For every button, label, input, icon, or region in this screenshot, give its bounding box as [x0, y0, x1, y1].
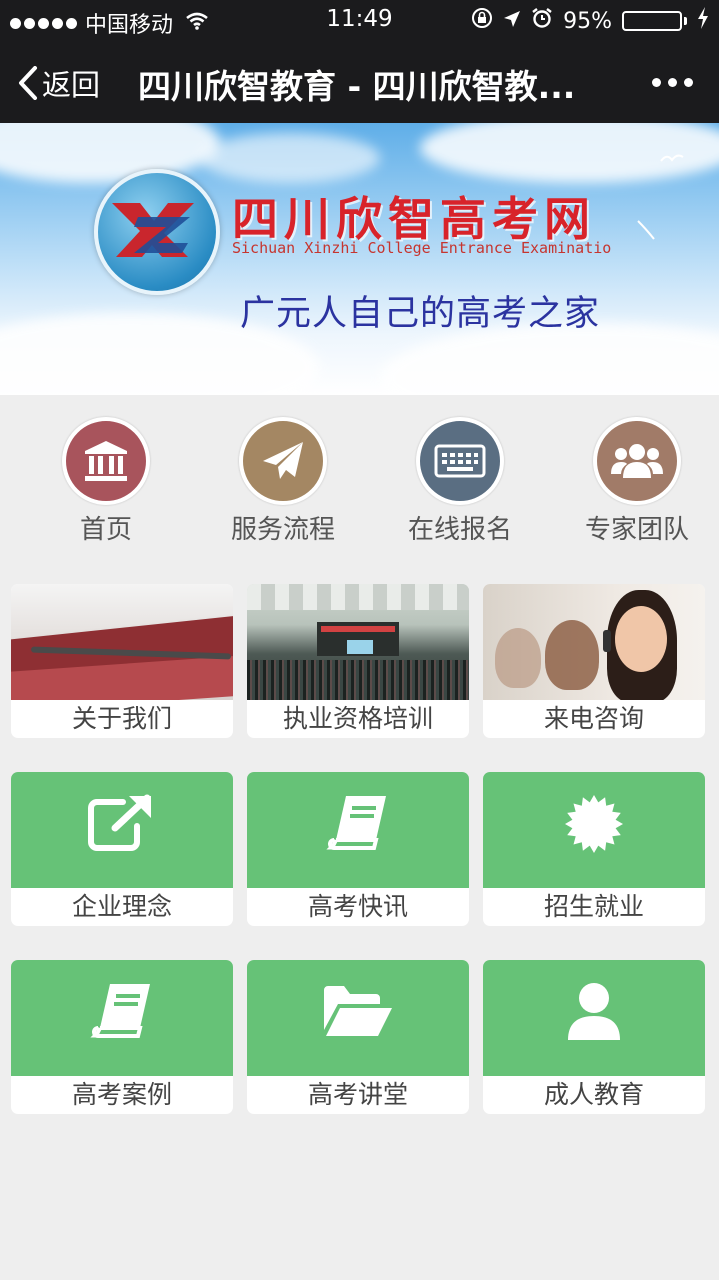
- banner-subtitle: Sichuan Xinzhi College Entrance Examinat…: [232, 239, 612, 257]
- exam-cases-card[interactable]: 高考案例: [11, 960, 233, 1114]
- book-icon: [326, 796, 386, 850]
- more-menu-icon[interactable]: [652, 78, 693, 87]
- bird-icon: [637, 220, 655, 240]
- quick-nav-label: 专家团队: [584, 515, 689, 545]
- qualification-training-card[interactable]: 执业资格培训: [247, 584, 469, 738]
- user-icon: [568, 983, 620, 1040]
- card-label: 高考案例: [71, 1080, 172, 1109]
- charging-bolt-icon: [697, 7, 709, 35]
- battery-icon: [622, 11, 687, 31]
- back-button[interactable]: 返回: [18, 62, 100, 104]
- users-icon: [593, 417, 681, 505]
- battery-percent: 95%: [563, 8, 612, 34]
- about-us-card[interactable]: 关于我们: [11, 584, 233, 738]
- chevron-left-icon: [19, 66, 37, 100]
- card-label: 执业资格培训: [282, 704, 433, 733]
- call-center-photo: [483, 584, 705, 700]
- nav-bar: 返回 四川欣智教育 - 四川欣智教...: [0, 40, 719, 123]
- quick-nav-home[interactable]: 首页: [31, 417, 181, 546]
- bank-icon: [62, 417, 150, 505]
- folder-open-icon: [324, 986, 392, 1036]
- keyboard-icon: [416, 417, 504, 505]
- enrollment-employment-card[interactable]: 招生就业: [483, 772, 705, 926]
- banner-slogan: 广元人自己的高考之家: [240, 294, 601, 334]
- adult-education-card[interactable]: 成人教育: [483, 960, 705, 1114]
- company-philosophy-card[interactable]: 企业理念: [11, 772, 233, 926]
- card-label: 招生就业: [543, 892, 644, 921]
- phone-consult-card[interactable]: 来电咨询: [483, 584, 705, 738]
- back-label: 返回: [42, 68, 101, 102]
- quick-nav-expert-team[interactable]: 专家团队: [562, 417, 712, 546]
- external-link-icon: [88, 794, 151, 851]
- banner[interactable]: 四川欣智高考网 Sichuan Xinzhi College Entrance …: [0, 123, 719, 395]
- alarm-icon: [531, 7, 553, 35]
- notebook-photo: [11, 584, 233, 700]
- card-label: 企业理念: [71, 892, 172, 921]
- exam-lecture-card[interactable]: 高考讲堂: [247, 960, 469, 1114]
- card-label: 关于我们: [71, 704, 172, 733]
- logo: [94, 169, 220, 295]
- page-title: 四川欣智教育 - 四川欣智教...: [138, 67, 576, 106]
- location-arrow-icon: [503, 9, 521, 34]
- card-label: 高考讲堂: [307, 1080, 408, 1109]
- quick-nav-label: 首页: [79, 515, 132, 545]
- quick-nav-label: 服务流程: [230, 515, 335, 545]
- quick-nav: 首页 服务流程 在线报名 专家团队: [0, 395, 719, 565]
- quick-nav-online-signup[interactable]: 在线报名: [385, 417, 535, 546]
- quick-nav-label: 在线报名: [407, 515, 512, 545]
- rotation-lock-icon: [471, 7, 493, 35]
- card-label: 高考快讯: [307, 892, 408, 921]
- book-icon: [90, 984, 150, 1038]
- card-label: 成人教育: [543, 1080, 644, 1109]
- bird-icon: [660, 154, 684, 162]
- exam-news-card[interactable]: 高考快讯: [247, 772, 469, 926]
- status-bar: 中国移动 11:49 95%: [0, 0, 719, 40]
- paper-plane-icon: [239, 417, 327, 505]
- certificate-icon: [565, 795, 623, 853]
- quick-nav-service-process[interactable]: 服务流程: [208, 417, 358, 546]
- card-label: 来电咨询: [543, 704, 644, 733]
- auditorium-photo: [247, 584, 469, 700]
